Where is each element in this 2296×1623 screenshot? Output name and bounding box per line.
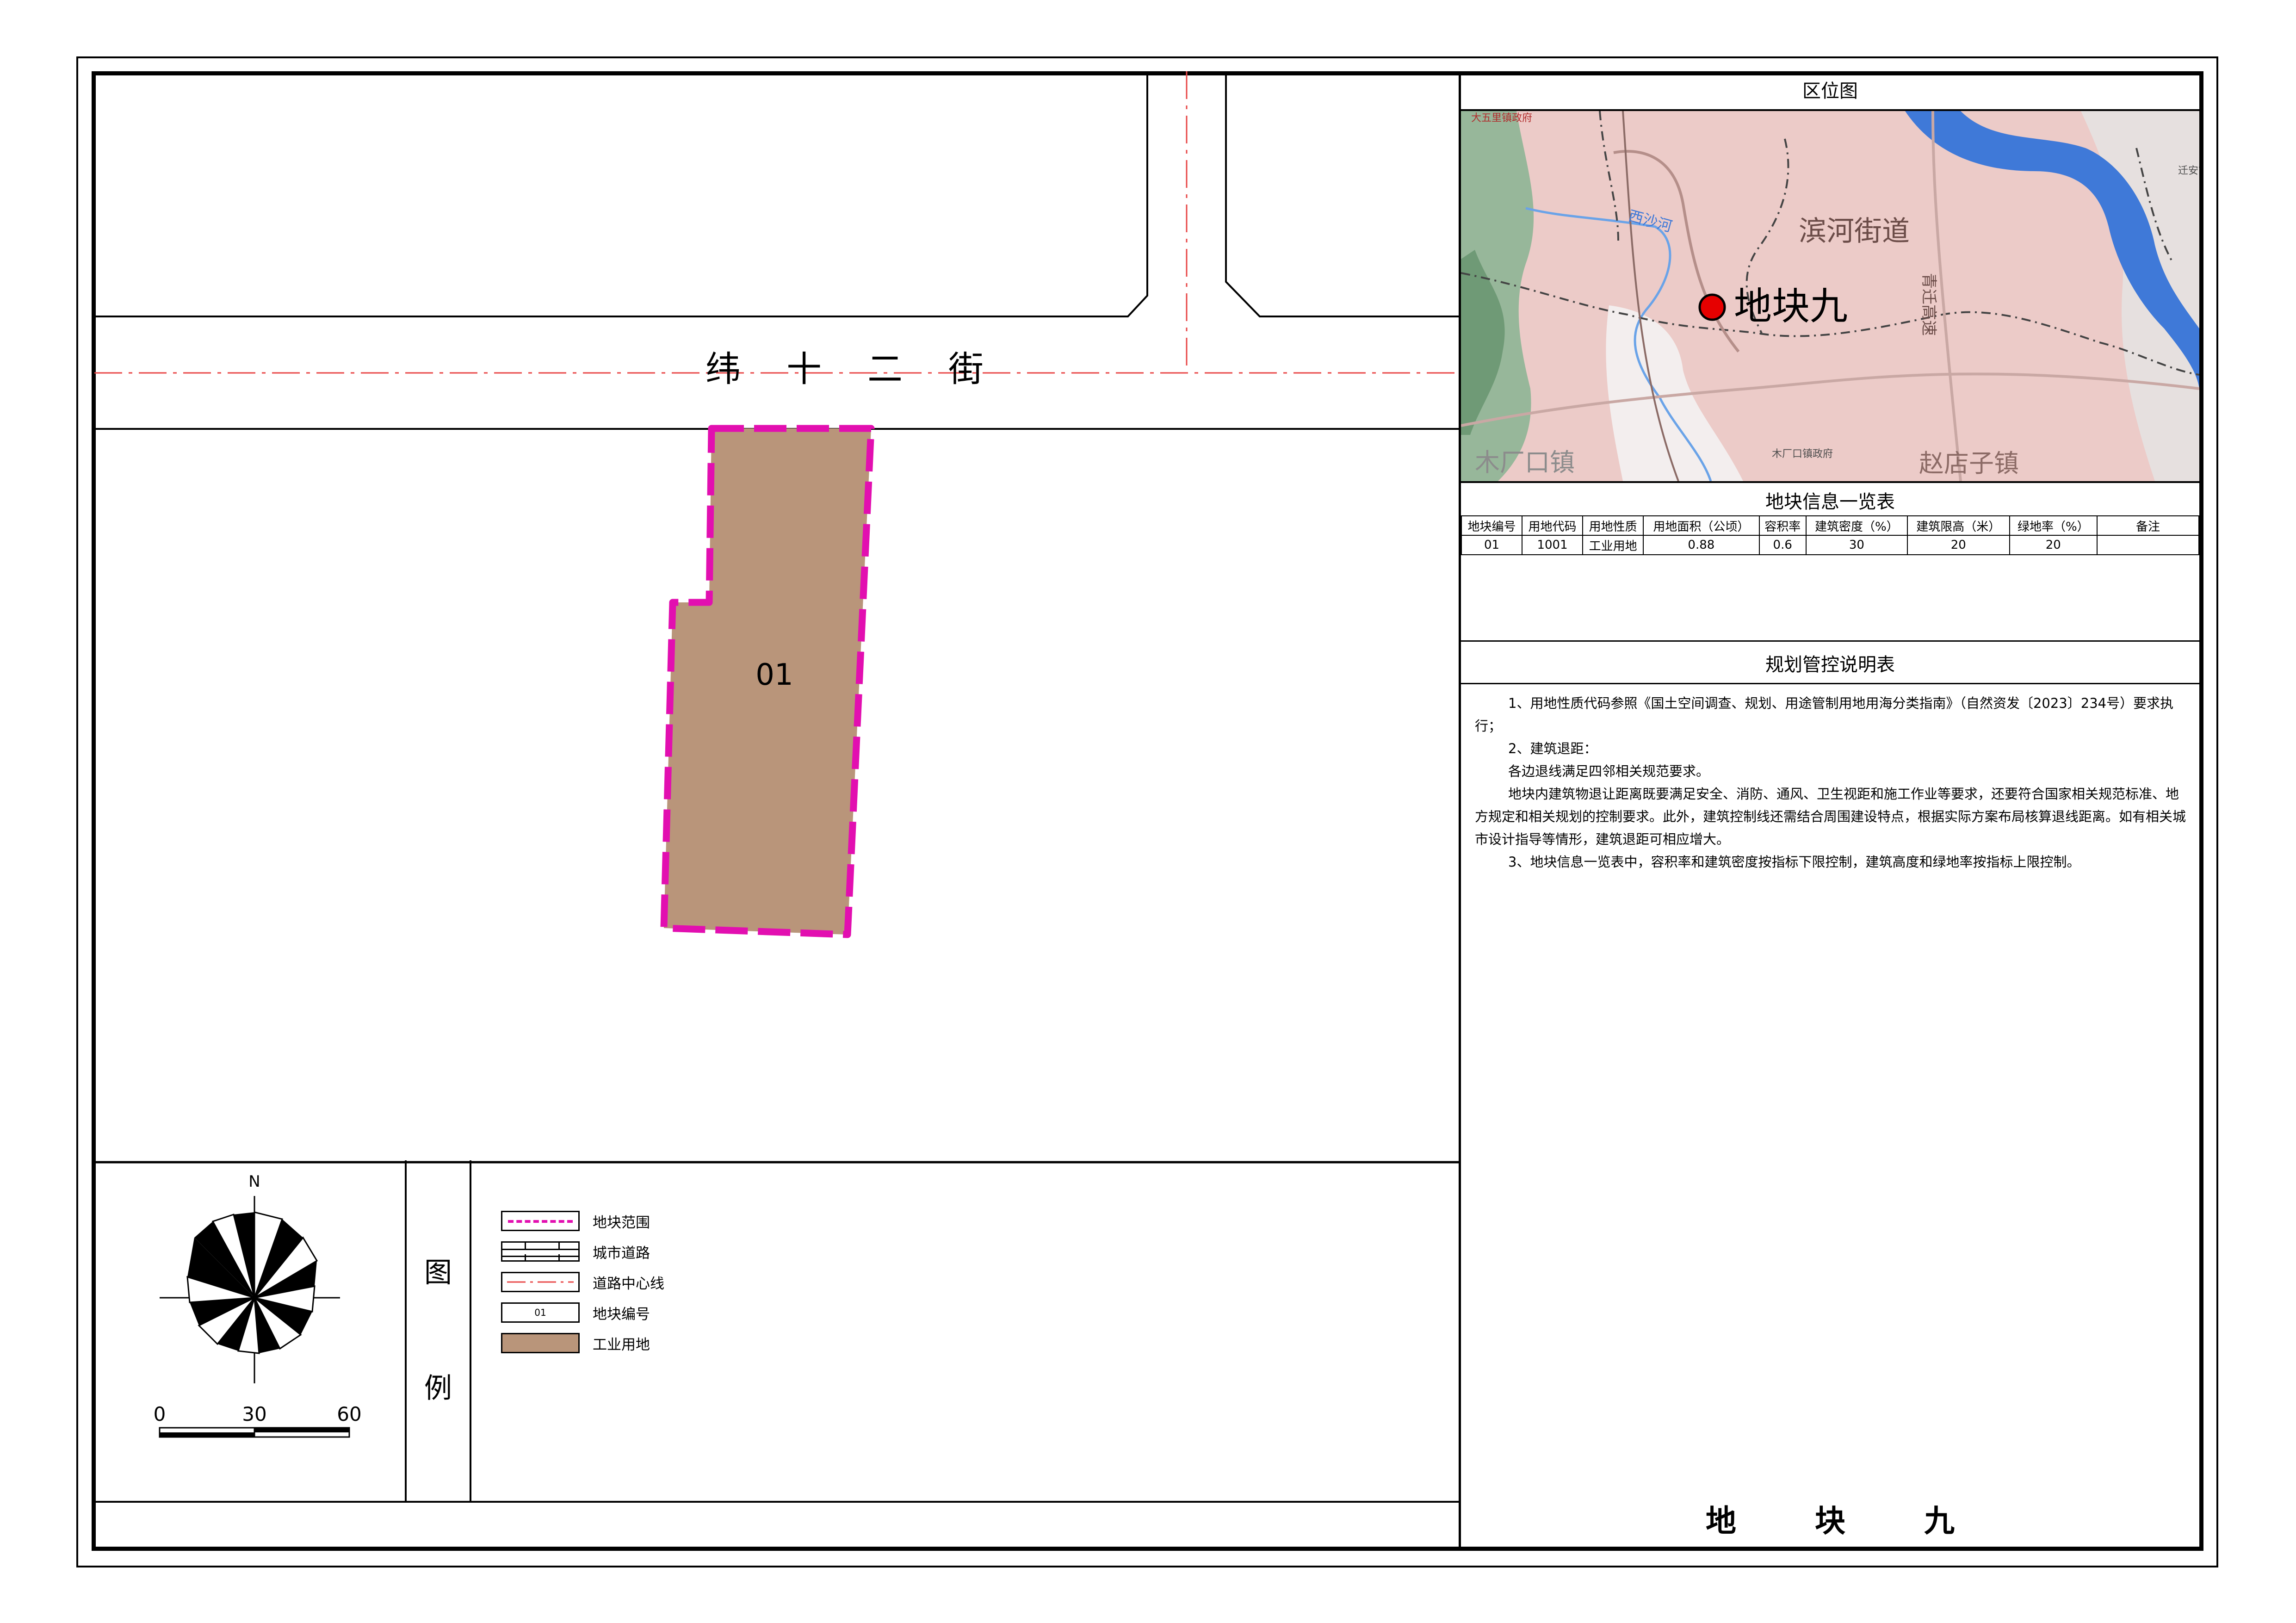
- north-label: N: [248, 1172, 260, 1191]
- road-name: 纬 十 二 街: [706, 348, 984, 390]
- place-label: 木厂口镇政府: [1772, 448, 1833, 460]
- legend-title-char: 图: [424, 1257, 452, 1289]
- sheet-title-char: 九: [1924, 1503, 1955, 1539]
- table-header: 绿地率（%）: [2009, 515, 2098, 536]
- legend-label: 道路中心线: [593, 1275, 664, 1292]
- scale-bar: 0 30 60: [154, 1403, 362, 1438]
- table-cell: [2097, 535, 2199, 555]
- table-cell: 0.6: [1758, 535, 1807, 555]
- table-cell: 工业用地: [1582, 535, 1644, 555]
- legend-item: 地块范围: [501, 1206, 664, 1236]
- legend-item: 城市道路: [501, 1236, 664, 1267]
- info-table: 地块编号 用地代码 用地性质 用地面积（公顷） 容积率 建筑密度（%） 建筑限高…: [1461, 515, 2199, 555]
- table-header: 容积率: [1758, 515, 1807, 536]
- road-name-char: 纬: [706, 348, 741, 390]
- north-arrow-icon: [160, 1196, 340, 1383]
- legend-panel: N 0 30 60 图 例 地块范围 城市道路 道路中心线 01 地块编号 工业…: [96, 1160, 1461, 1506]
- table-cell: 1001: [1522, 535, 1584, 555]
- note-paragraph: 3、地块信息一览表中，容积率和建筑密度按指标下限控制，建筑高度和绿地率按指标上限…: [1508, 854, 2080, 870]
- table-header: 用地面积（公顷）: [1643, 515, 1760, 536]
- legend-item: 工业用地: [501, 1328, 664, 1358]
- site-marker-icon: [1698, 293, 1726, 321]
- road-name-char: 十: [786, 348, 822, 390]
- road-name-char: 街: [948, 348, 984, 390]
- divider: [1461, 481, 2199, 483]
- place-label: 滨河街道: [1799, 215, 1910, 248]
- place-label: 木厂口镇: [1475, 448, 1575, 477]
- scale-label: 60: [337, 1403, 361, 1425]
- red-dash-dot-line-icon: [501, 1272, 580, 1292]
- note-paragraph: 2、建筑退距：: [1508, 741, 1597, 756]
- note-paragraph: 1、用地性质代码参照《国土空间调查、规划、用途管制用地用海分类指南》（自然资发〔…: [1475, 695, 2174, 734]
- legend-label: 城市道路: [593, 1245, 650, 1262]
- table-cell: 20: [2009, 535, 2098, 555]
- table-header: 用地代码: [1522, 515, 1584, 536]
- legend-title-char: 例: [424, 1372, 452, 1405]
- site-plan-map: 纬 十 二 街 01: [92, 71, 1461, 1164]
- upper-left-block: [93, 71, 1148, 317]
- note-paragraph: 地块内建筑物退让距离既要满足安全、消防、通风、卫生视距和施工作业等要求，还要符合…: [1475, 786, 2186, 847]
- divider: [1461, 683, 2199, 684]
- legend-frame: N 0 30 60 图 例: [96, 1160, 1461, 1503]
- right-panel: 区位图 滨河街道 木厂口镇 赵店子镇 西沙河 青迁高速 大五里镇政府 木厂口镇政…: [1461, 71, 2203, 1551]
- divider: [1461, 640, 2199, 642]
- notes-title: 规划管控说明表: [1765, 654, 1895, 675]
- sheet-title-char: 块: [1815, 1503, 1845, 1539]
- table-cell: 30: [1805, 535, 1908, 555]
- legend-item: 道路中心线: [501, 1267, 664, 1297]
- legend-label: 地块编号: [593, 1306, 650, 1323]
- sheet-title-char: 地: [1706, 1503, 1736, 1539]
- notes-body: 1、用地性质代码参照《国土空间调查、规划、用途管制用地用海分类指南》（自然资发〔…: [1475, 692, 2187, 873]
- note-paragraph: 各边退线满足四邻相关规范要求。: [1508, 763, 1710, 779]
- city-road-icon: [501, 1241, 580, 1262]
- table-cell: 20: [1906, 535, 2010, 555]
- dashed-magenta-line-icon: [501, 1211, 580, 1231]
- legend-sample-number: 01: [534, 1307, 546, 1318]
- location-map-title: 区位图: [1802, 81, 1858, 102]
- place-label: 青迁高速: [1919, 273, 1938, 336]
- legend-label: 地块范围: [593, 1214, 650, 1231]
- place-label: 迁安市: [2178, 165, 2199, 177]
- site-marker-label: 地块九: [1734, 285, 1848, 328]
- table-header: 备注: [2097, 515, 2199, 536]
- scale-label: 30: [242, 1403, 266, 1425]
- legend-item: 01 地块编号: [501, 1297, 664, 1328]
- table-header: 建筑密度（%）: [1805, 515, 1908, 536]
- scale-label: 0: [154, 1403, 166, 1425]
- parcel-number-box-icon: 01: [501, 1302, 580, 1323]
- road-name-char: 二: [867, 348, 903, 390]
- industrial-fill-icon: [501, 1333, 580, 1353]
- place-label: 赵店子镇: [1919, 449, 2019, 478]
- parcel-number: 01: [755, 658, 793, 692]
- location-map: 滨河街道 木厂口镇 赵店子镇 西沙河 青迁高速 大五里镇政府 木厂口镇政府 迁安…: [1461, 111, 2199, 481]
- legend-list: 地块范围 城市道路 道路中心线 01 地块编号 工业用地: [501, 1206, 664, 1358]
- table-header: 建筑限高（米）: [1906, 515, 2010, 536]
- info-table-title: 地块信息一览表: [1765, 491, 1895, 513]
- table-row: 01 1001 工业用地 0.88 0.6 30 20 20: [1461, 535, 2199, 555]
- sheet-title: 地 块 九: [1461, 1496, 2199, 1541]
- table-header-row: 地块编号 用地代码 用地性质 用地面积（公顷） 容积率 建筑密度（%） 建筑限高…: [1461, 515, 2199, 536]
- upper-right-block: [1225, 71, 1461, 317]
- legend-label: 工业用地: [593, 1336, 650, 1353]
- table-header: 地块编号: [1461, 515, 1523, 536]
- table-cell: 01: [1461, 535, 1523, 555]
- table-cell: 0.88: [1643, 535, 1760, 555]
- table-header: 用地性质: [1582, 515, 1644, 536]
- place-label: 大五里镇政府: [1471, 112, 1532, 124]
